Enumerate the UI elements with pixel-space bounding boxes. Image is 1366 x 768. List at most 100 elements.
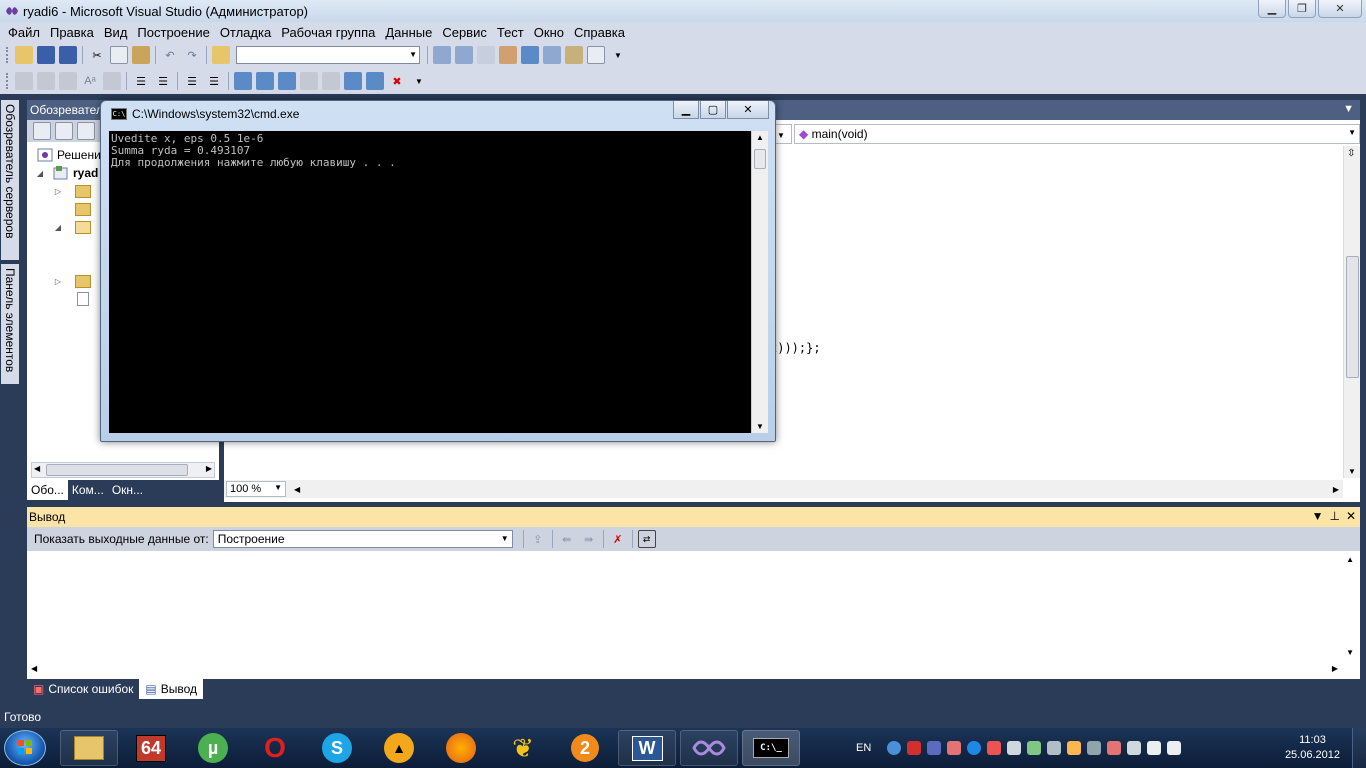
scroll-up-icon[interactable]: ▲ bbox=[756, 133, 764, 142]
indent-icon[interactable]: ☰ bbox=[154, 72, 172, 90]
scroll-down-icon[interactable]: ▼ bbox=[756, 422, 764, 431]
expand-arrow-icon[interactable]: ▷ bbox=[53, 277, 63, 286]
scroll-right-icon[interactable]: ▶ bbox=[1332, 664, 1338, 673]
comment-icon[interactable]: ☰ bbox=[183, 72, 201, 90]
scroll-right-icon[interactable]: ▶ bbox=[1333, 485, 1339, 494]
uncomment-icon[interactable]: ☰ bbox=[205, 72, 223, 90]
split-icon[interactable]: ⇳ bbox=[1347, 148, 1355, 159]
command-window-icon[interactable] bbox=[587, 46, 605, 64]
scroll-up-icon[interactable]: ▲ bbox=[1346, 555, 1354, 564]
output-source-combo[interactable]: Построение ▼ bbox=[212, 530, 513, 548]
tree-folder-row[interactable]: ▷ bbox=[53, 182, 95, 200]
undo-icon[interactable]: ↶ bbox=[161, 46, 179, 64]
complete-word-icon[interactable]: Aᵃ bbox=[81, 72, 99, 90]
cmd-vertical-scrollbar[interactable]: ▲ ▼ bbox=[751, 131, 768, 433]
taskbar-skype[interactable]: S bbox=[308, 730, 366, 766]
language-indicator[interactable]: EN bbox=[856, 742, 871, 754]
find-message-icon[interactable]: ⇪ bbox=[529, 530, 547, 548]
parameter-info-icon[interactable] bbox=[37, 72, 55, 90]
antivirus-icon[interactable] bbox=[907, 741, 922, 755]
taskbar-app-64[interactable]: 64 bbox=[122, 730, 180, 766]
tree-folder-row[interactable]: ◢ bbox=[53, 218, 95, 236]
object-browser-icon[interactable] bbox=[499, 46, 517, 64]
save-all-icon[interactable] bbox=[59, 46, 77, 64]
taskbar-butterfly-app[interactable]: ❦ bbox=[494, 730, 552, 766]
open-file-icon[interactable] bbox=[15, 46, 33, 64]
tab-output[interactable]: ▤ Вывод bbox=[139, 679, 204, 699]
monitor-icon[interactable] bbox=[1047, 741, 1062, 755]
start-debug-icon[interactable] bbox=[212, 46, 230, 64]
code-line[interactable]: 2)));}; bbox=[770, 341, 821, 355]
toggle-bookmark-icon[interactable] bbox=[234, 72, 252, 90]
editor-dropdown-icon[interactable]: ▼ bbox=[1343, 103, 1354, 115]
toolbar-grip[interactable] bbox=[6, 47, 9, 63]
outdent-icon[interactable]: ☰ bbox=[132, 72, 150, 90]
tab-team-explorer[interactable]: Ком... bbox=[68, 480, 108, 500]
cmd-console[interactable]: Uvedite x, eps 0.5 1e-6 Summa ryda = 0.4… bbox=[109, 131, 751, 433]
taskbar-visual-studio[interactable] bbox=[680, 730, 738, 766]
menu-edit[interactable]: Правка bbox=[45, 25, 99, 40]
tree-project-row[interactable]: ◢ ryad bbox=[35, 164, 98, 182]
next-message-icon[interactable]: ⇛ bbox=[580, 530, 598, 548]
close-icon[interactable]: ✕ bbox=[1346, 509, 1356, 523]
scroll-thumb[interactable] bbox=[754, 149, 766, 169]
cmd-maximize-button[interactable]: ▢ bbox=[700, 101, 726, 119]
menu-build[interactable]: Построение bbox=[132, 25, 214, 40]
collapse-arrow-icon[interactable]: ◢ bbox=[35, 169, 45, 178]
download-icon[interactable] bbox=[887, 741, 902, 755]
collapse-arrow-icon[interactable]: ◢ bbox=[53, 223, 63, 232]
member-combo[interactable]: ◆ main(void) ▼ bbox=[794, 124, 1360, 144]
cmd-minimize-button[interactable]: ▁ bbox=[673, 101, 699, 119]
network-app-icon[interactable] bbox=[927, 741, 942, 755]
tab-solution-explorer[interactable]: Обо... bbox=[27, 480, 68, 500]
clear-bookmarks-icon[interactable]: ✖ bbox=[388, 72, 406, 90]
menu-view[interactable]: Вид bbox=[99, 25, 133, 40]
menu-test[interactable]: Тест bbox=[492, 25, 529, 40]
next-bookmark-folder-icon[interactable] bbox=[322, 72, 340, 90]
solution-horizontal-scrollbar[interactable]: ◀ ▶ bbox=[31, 462, 215, 478]
taskbar-aimp[interactable]: ▲ bbox=[370, 730, 428, 766]
signal-icon[interactable] bbox=[1127, 741, 1142, 755]
start-button[interactable] bbox=[4, 730, 46, 766]
menu-tools[interactable]: Сервис bbox=[437, 25, 492, 40]
scroll-down-icon[interactable]: ▼ bbox=[1346, 648, 1354, 657]
expand-arrow-icon[interactable]: ▷ bbox=[53, 187, 63, 196]
show-desktop-button[interactable] bbox=[1352, 728, 1366, 768]
tab-class-view[interactable]: Окн... bbox=[108, 480, 147, 500]
show-all-files-icon[interactable] bbox=[55, 122, 73, 140]
tool-icon[interactable] bbox=[1067, 741, 1082, 755]
toolbox-icon[interactable] bbox=[521, 46, 539, 64]
close-button[interactable]: ✕ bbox=[1318, 0, 1362, 18]
save-icon[interactable] bbox=[37, 46, 55, 64]
cut-icon[interactable]: ✂ bbox=[88, 46, 106, 64]
scroll-left-icon[interactable]: ◀ bbox=[34, 464, 40, 473]
taskbar-firefox[interactable] bbox=[432, 730, 490, 766]
tree-file-row[interactable] bbox=[77, 290, 89, 308]
scroll-left-icon[interactable]: ◀ bbox=[294, 485, 300, 494]
scroll-thumb[interactable] bbox=[46, 464, 188, 476]
cmd-title-bar[interactable]: C:\ C:\Windows\system32\cmd.exe bbox=[111, 107, 299, 121]
tree-solution-row[interactable]: Решени bbox=[37, 146, 101, 164]
class-view-icon[interactable] bbox=[565, 46, 583, 64]
menu-data[interactable]: Данные bbox=[380, 25, 437, 40]
copy-icon[interactable] bbox=[110, 46, 128, 64]
taskbar-qip[interactable]: 2 bbox=[556, 730, 614, 766]
cmd-window[interactable]: C:\ C:\Windows\system32\cmd.exe ▁ ▢ ✕ Uv… bbox=[100, 100, 776, 442]
tree-folder-row[interactable]: ▷ bbox=[53, 272, 95, 290]
word-wrap-icon[interactable]: ⇄ bbox=[637, 530, 656, 548]
taskbar-utorrent[interactable]: µ bbox=[184, 730, 242, 766]
menu-debug[interactable]: Отладка bbox=[215, 25, 276, 40]
wrench-icon[interactable] bbox=[1107, 741, 1122, 755]
maximize-button[interactable]: ❐ bbox=[1288, 0, 1316, 18]
battery-icon[interactable] bbox=[1147, 741, 1162, 755]
bluetooth-icon[interactable] bbox=[967, 741, 982, 755]
tab-error-list[interactable]: ▣ Список ошибок bbox=[27, 679, 139, 699]
next-bookmark-doc-icon[interactable] bbox=[366, 72, 384, 90]
menu-window[interactable]: Окно bbox=[529, 25, 569, 40]
next-bookmark-icon[interactable] bbox=[278, 72, 296, 90]
scroll-left-icon[interactable]: ◀ bbox=[31, 664, 37, 673]
network-icon[interactable] bbox=[1087, 741, 1102, 755]
toolbox-tab[interactable]: Панель элементов bbox=[1, 264, 19, 384]
server-explorer-tab[interactable]: Обозреватель серверов bbox=[1, 100, 19, 260]
tree-folder-row[interactable] bbox=[63, 200, 95, 218]
